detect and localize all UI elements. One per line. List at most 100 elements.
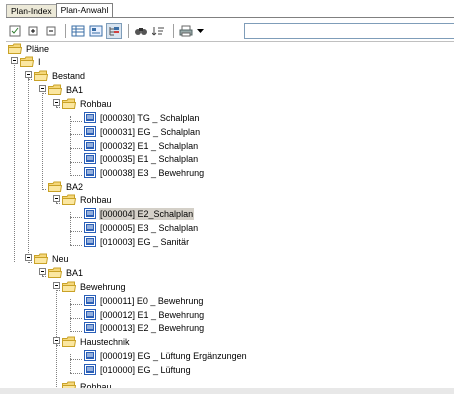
properties-icon[interactable]	[88, 23, 104, 39]
grid-view-icon[interactable]	[70, 23, 86, 39]
collapse-toggle[interactable]	[53, 195, 60, 202]
node-label: [000012] E1 _ Bewehrung	[100, 309, 205, 320]
folder-open-icon	[20, 56, 35, 67]
collapse-toggle[interactable]	[53, 99, 60, 106]
tree-node-folder[interactable]: Rohbau	[62, 193, 113, 206]
plan-document-icon	[84, 364, 96, 375]
folder-open-icon	[34, 253, 49, 264]
node-label: [000004] E2_Schalplan	[99, 207, 195, 220]
tree-node-folder[interactable]: I	[20, 55, 42, 68]
tab-plan-anwahl[interactable]: Plan-Anwahl	[55, 3, 114, 17]
print-icon[interactable]	[178, 23, 194, 39]
node-label: Rohbau	[80, 194, 112, 205]
tree-node-folder[interactable]: Haustechnik	[62, 335, 131, 348]
tree-node-folder[interactable]: BA2	[48, 180, 84, 193]
node-label: BA1	[66, 267, 84, 278]
plan-document-icon	[84, 167, 96, 178]
plan-document-icon	[84, 350, 96, 361]
tree-node-folder[interactable]: BA1	[48, 266, 84, 279]
toolbar-separator	[128, 24, 129, 38]
tree-node-folder[interactable]: Bestand	[34, 69, 86, 82]
node-label: [000032] E1 _ Schalplan	[100, 140, 199, 151]
node-label: [010003] EG _ Sanitär	[100, 236, 190, 247]
folder-open-icon	[62, 336, 77, 347]
folder-open-icon	[48, 181, 63, 192]
node-label: [000035] E1 _ Schalplan	[100, 153, 199, 164]
node-label: [000030] TG _ Schalplan	[100, 112, 200, 123]
tree-node-plan[interactable]: [000019] EG _ Lüftung Ergänzungen	[84, 349, 248, 362]
node-label: [000013] E2 _ Bewehrung	[100, 322, 205, 333]
toolbar-separator	[65, 24, 66, 38]
folder-open-icon	[8, 43, 23, 54]
toolbar	[7, 21, 454, 41]
horizontal-scrollbar[interactable]	[0, 388, 454, 394]
node-label: [010000] EG _ Lüftung	[100, 364, 191, 375]
tree-node-folder[interactable]: Rohbau	[62, 97, 113, 110]
collapse-toggle[interactable]	[53, 282, 60, 289]
node-label: Haustechnik	[80, 336, 130, 347]
collapse-all-icon[interactable]	[43, 23, 59, 39]
find-icon[interactable]	[133, 23, 149, 39]
collapse-toggle[interactable]	[25, 71, 32, 78]
plan-tree: Pläne I Bestand BA1 Rohbau [000030] TG _…	[6, 41, 454, 389]
plan-document-icon	[84, 112, 96, 123]
tree-node-plan[interactable]: [000035] E1 _ Schalplan	[84, 152, 199, 165]
node-label: Bestand	[52, 70, 86, 81]
plan-document-icon	[84, 222, 96, 233]
tree-node-plan[interactable]: [000038] E3 _ Bewehrung	[84, 166, 205, 179]
tree-node-plan[interactable]: [000012] E1 _ Bewehrung	[84, 308, 205, 321]
node-label: [000011] E0 _ Bewehrung	[100, 295, 204, 306]
tree-node-plan[interactable]: [000013] E2 _ Bewehrung	[84, 321, 205, 334]
plan-document-icon	[84, 140, 96, 151]
tab-plan-index[interactable]: Plan-Index	[6, 4, 57, 17]
node-label: [000038] E3 _ Bewehrung	[100, 167, 205, 178]
tree-node-folder[interactable]: BA1	[48, 83, 84, 96]
folder-open-icon	[34, 70, 49, 81]
expand-all-icon[interactable]	[25, 23, 41, 39]
tree-node-plan[interactable]: [010000] EG _ Lüftung	[84, 363, 192, 376]
collapse-toggle[interactable]	[11, 57, 18, 64]
folder-open-icon	[48, 84, 63, 95]
collapse-toggle[interactable]	[39, 85, 46, 92]
tree-node-plan[interactable]: [000011] E0 _ Bewehrung	[84, 294, 204, 307]
tab-divider	[6, 17, 454, 18]
node-label: Rohbau	[80, 98, 112, 109]
collapse-toggle[interactable]	[25, 254, 32, 261]
node-label: BA1	[66, 84, 84, 95]
folder-open-icon	[62, 281, 77, 292]
refresh-icon[interactable]	[7, 23, 23, 39]
folder-open-icon	[48, 267, 63, 278]
plan-document-icon	[84, 295, 96, 306]
node-label: [000019] EG _ Lüftung Ergänzungen	[100, 350, 247, 361]
tree-node-folder[interactable]: Pläne	[8, 42, 50, 55]
tree-node-folder[interactable]: Bewehrung	[62, 280, 127, 293]
collapse-toggle[interactable]	[39, 268, 46, 275]
search-input[interactable]	[244, 23, 454, 39]
node-label: I	[38, 56, 41, 67]
node-label: [000005] E3 _ Schalplan	[100, 222, 199, 233]
node-label: Neu	[52, 253, 69, 264]
tree-node-plan[interactable]: [000032] E1 _ Schalplan	[84, 139, 199, 152]
dropdown-arrow-icon[interactable]	[196, 23, 204, 39]
plan-document-icon	[84, 309, 96, 320]
tree-node-plan[interactable]: [010003] EG _ Sanitär	[84, 235, 190, 248]
plan-document-icon	[84, 208, 96, 219]
tree-node-plan-selected[interactable]: [000004] E2_Schalplan	[84, 207, 195, 220]
folder-open-icon	[62, 194, 77, 205]
tree-node-plan[interactable]: [000005] E3 _ Schalplan	[84, 221, 199, 234]
plan-document-icon	[84, 126, 96, 137]
tree-filter-icon[interactable]	[106, 23, 122, 39]
node-label: Bewehrung	[80, 281, 126, 292]
tree-node-plan[interactable]: [000031] EG _ Schalplan	[84, 125, 201, 138]
tree-node-plan[interactable]: [000030] TG _ Schalplan	[84, 111, 200, 124]
tab-strip: Plan-Index Plan-Anwahl	[6, 3, 114, 17]
toolbar-separator	[173, 24, 174, 38]
plan-document-icon	[84, 153, 96, 164]
sort-icon[interactable]	[151, 23, 167, 39]
folder-open-icon	[62, 98, 77, 109]
collapse-toggle[interactable]	[53, 337, 60, 344]
plan-document-icon	[84, 236, 96, 247]
tree-node-folder[interactable]: Neu	[34, 252, 70, 265]
node-label: BA2	[66, 181, 84, 192]
node-label: [000031] EG _ Schalplan	[100, 126, 201, 137]
